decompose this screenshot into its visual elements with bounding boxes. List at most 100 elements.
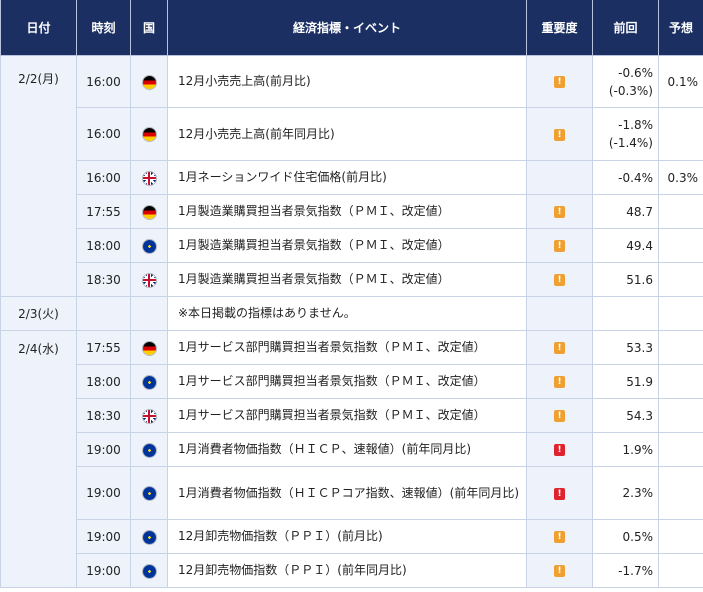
table-row: 2/2(月) 16:00 12月小売売上高(前月比) ! -0.6% (-0.3%…	[0, 55, 703, 297]
table-row: 19:00 12月卸売物価指数（ＰＰＩ）(前月比) ! 0.5%	[1, 519, 703, 554]
table-row: 2/3(火) ※本日掲載の指標はありません。	[0, 296, 703, 331]
table-row: 16:00 12月小売売上高(前年同月比) ! -1.8% (-1.4%)	[1, 107, 703, 161]
event-cell: 1月製造業購買担当者景気指数（ＰＭＩ、改定値）	[167, 228, 527, 263]
eu-flag-icon	[142, 375, 156, 389]
time-cell: 18:30	[76, 262, 131, 297]
previous-cell: 2.3%	[592, 466, 659, 520]
forecast-cell	[658, 107, 703, 161]
table-row: 19:00 1月消費者物価指数（ＨＩＣＰ、速報値）(前年同月比) ! 1.9%	[1, 432, 703, 467]
forecast-cell	[658, 398, 703, 433]
event-cell: ※本日掲載の指標はありません。	[167, 296, 527, 331]
forecast-cell	[658, 466, 703, 520]
table-row: 16:00 1月ネーションワイド住宅価格(前月比) -0.4% 0.3%	[1, 160, 703, 195]
importance-medium-icon: !	[554, 565, 565, 577]
uk-flag-icon	[142, 273, 156, 287]
event-cell: 1月製造業購買担当者景気指数（ＰＭＩ、改定値）	[167, 194, 527, 229]
table-row: 19:00 12月卸売物価指数（ＰＰＩ）(前年同月比) ! -1.7%	[1, 553, 703, 588]
previous-cell	[592, 296, 659, 331]
event-cell: 12月小売売上高(前月比)	[167, 55, 527, 108]
importance-medium-icon: !	[554, 342, 565, 354]
importance-high-icon: !	[554, 444, 565, 456]
uk-flag-icon	[142, 171, 156, 185]
previous-cell: -0.6% (-0.3%)	[592, 55, 659, 108]
germany-flag-icon	[142, 205, 156, 219]
forecast-cell	[658, 519, 703, 554]
header-forecast: 予想	[658, 0, 703, 56]
importance-medium-icon: !	[554, 376, 565, 388]
table-header-row: 日付 時刻 国 経済指標・イベント 重要度 前回 予想	[0, 0, 703, 56]
forecast-cell	[658, 553, 703, 588]
forecast-cell: 0.1%	[658, 55, 703, 108]
event-cell: 1月製造業購買担当者景気指数（ＰＭＩ、改定値）	[167, 262, 527, 297]
eu-flag-icon	[142, 564, 156, 578]
event-cell: 12月卸売物価指数（ＰＰＩ）(前年同月比)	[167, 553, 527, 588]
time-cell: 17:55	[76, 194, 131, 229]
previous-revised-value: (-1.4%)	[608, 136, 653, 150]
time-cell: 16:00	[76, 160, 131, 195]
importance-medium-icon: !	[554, 76, 565, 88]
event-cell: 1月消費者物価指数（ＨＩＣＰ、速報値）(前年同月比)	[167, 432, 527, 467]
importance-medium-icon: !	[554, 206, 565, 218]
eu-flag-icon	[142, 487, 156, 500]
importance-medium-icon: !	[554, 410, 565, 422]
forecast-cell	[658, 364, 703, 399]
time-cell: 16:00	[76, 107, 131, 161]
date-cell: 2/3(火)	[0, 296, 77, 331]
flag-empty-cell	[130, 296, 168, 331]
header-previous: 前回	[592, 0, 659, 56]
importance-medium-icon: !	[554, 531, 565, 543]
previous-cell: -0.4%	[592, 160, 659, 195]
previous-cell: 51.9	[592, 364, 659, 399]
event-cell: 12月小売売上高(前年同月比)	[167, 107, 527, 161]
time-cell: 18:00	[76, 364, 131, 399]
previous-cell: -1.8% (-1.4%)	[592, 107, 659, 161]
table-row: 17:55 1月製造業購買担当者景気指数（ＰＭＩ、改定値） ! 48.7	[1, 194, 703, 229]
event-cell: 1月ネーションワイド住宅価格(前月比)	[167, 160, 527, 195]
importance-medium-icon: !	[554, 128, 565, 141]
time-cell: 16:00	[76, 55, 131, 108]
event-cell: 1月サービス部門購買担当者景気指数（ＰＭＩ、改定値）	[167, 398, 527, 433]
time-cell	[76, 296, 131, 331]
forecast-cell	[658, 330, 703, 365]
previous-revised-value: (-0.3%)	[608, 83, 653, 98]
header-date: 日付	[0, 0, 77, 56]
previous-cell: 53.3	[592, 330, 659, 365]
previous-value: -0.6%	[618, 65, 653, 80]
previous-value: -1.8%	[618, 118, 653, 132]
event-cell: 12月卸売物価指数（ＰＰＩ）(前月比)	[167, 519, 527, 554]
germany-flag-icon	[142, 75, 156, 89]
table-row: 18:30 1月サービス部門購買担当者景気指数（ＰＭＩ、改定値） ! 54.3	[1, 398, 703, 433]
table-row: 2/4(水) 17:55 1月サービス部門購買担当者景気指数（ＰＭＩ、改定値） …	[0, 330, 703, 588]
eu-flag-icon	[142, 443, 156, 457]
time-cell: 17:55	[76, 330, 131, 365]
previous-cell: 54.3	[592, 398, 659, 433]
event-cell: 1月消費者物価指数（ＨＩＣＰコア指数、速報値）(前年同月比)	[167, 466, 527, 520]
forecast-cell	[658, 296, 703, 331]
previous-cell: 0.5%	[592, 519, 659, 554]
previous-cell: 49.4	[592, 228, 659, 263]
time-cell: 19:00	[76, 553, 131, 588]
time-cell: 19:00	[76, 432, 131, 467]
forecast-cell	[658, 432, 703, 467]
importance-medium-icon: !	[554, 274, 565, 286]
event-cell: 1月サービス部門購買担当者景気指数（ＰＭＩ、改定値）	[167, 330, 527, 365]
forecast-cell: 0.3%	[658, 160, 703, 195]
table-row: 19:00 1月消費者物価指数（ＨＩＣＰコア指数、速報値）(前年同月比) ! 2…	[1, 466, 703, 520]
forecast-cell	[658, 194, 703, 229]
time-cell: 18:30	[76, 398, 131, 433]
table-row: 18:00 1月サービス部門購買担当者景気指数（ＰＭＩ、改定値） ! 51.9	[1, 364, 703, 399]
germany-flag-icon	[142, 128, 156, 141]
time-cell: 19:00	[76, 466, 131, 520]
header-time: 時刻	[76, 0, 131, 56]
importance-empty-cell	[526, 296, 593, 331]
table-row: 18:30 1月製造業購買担当者景気指数（ＰＭＩ、改定値） ! 51.6	[1, 262, 703, 297]
eu-flag-icon	[142, 239, 156, 253]
importance-empty-cell	[526, 160, 593, 195]
importance-high-icon: !	[554, 487, 565, 500]
previous-cell: -1.7%	[592, 553, 659, 588]
header-event: 経済指標・イベント	[167, 0, 527, 56]
previous-cell: 1.9%	[592, 432, 659, 467]
header-importance: 重要度	[526, 0, 593, 56]
forecast-cell	[658, 228, 703, 263]
uk-flag-icon	[142, 409, 156, 423]
